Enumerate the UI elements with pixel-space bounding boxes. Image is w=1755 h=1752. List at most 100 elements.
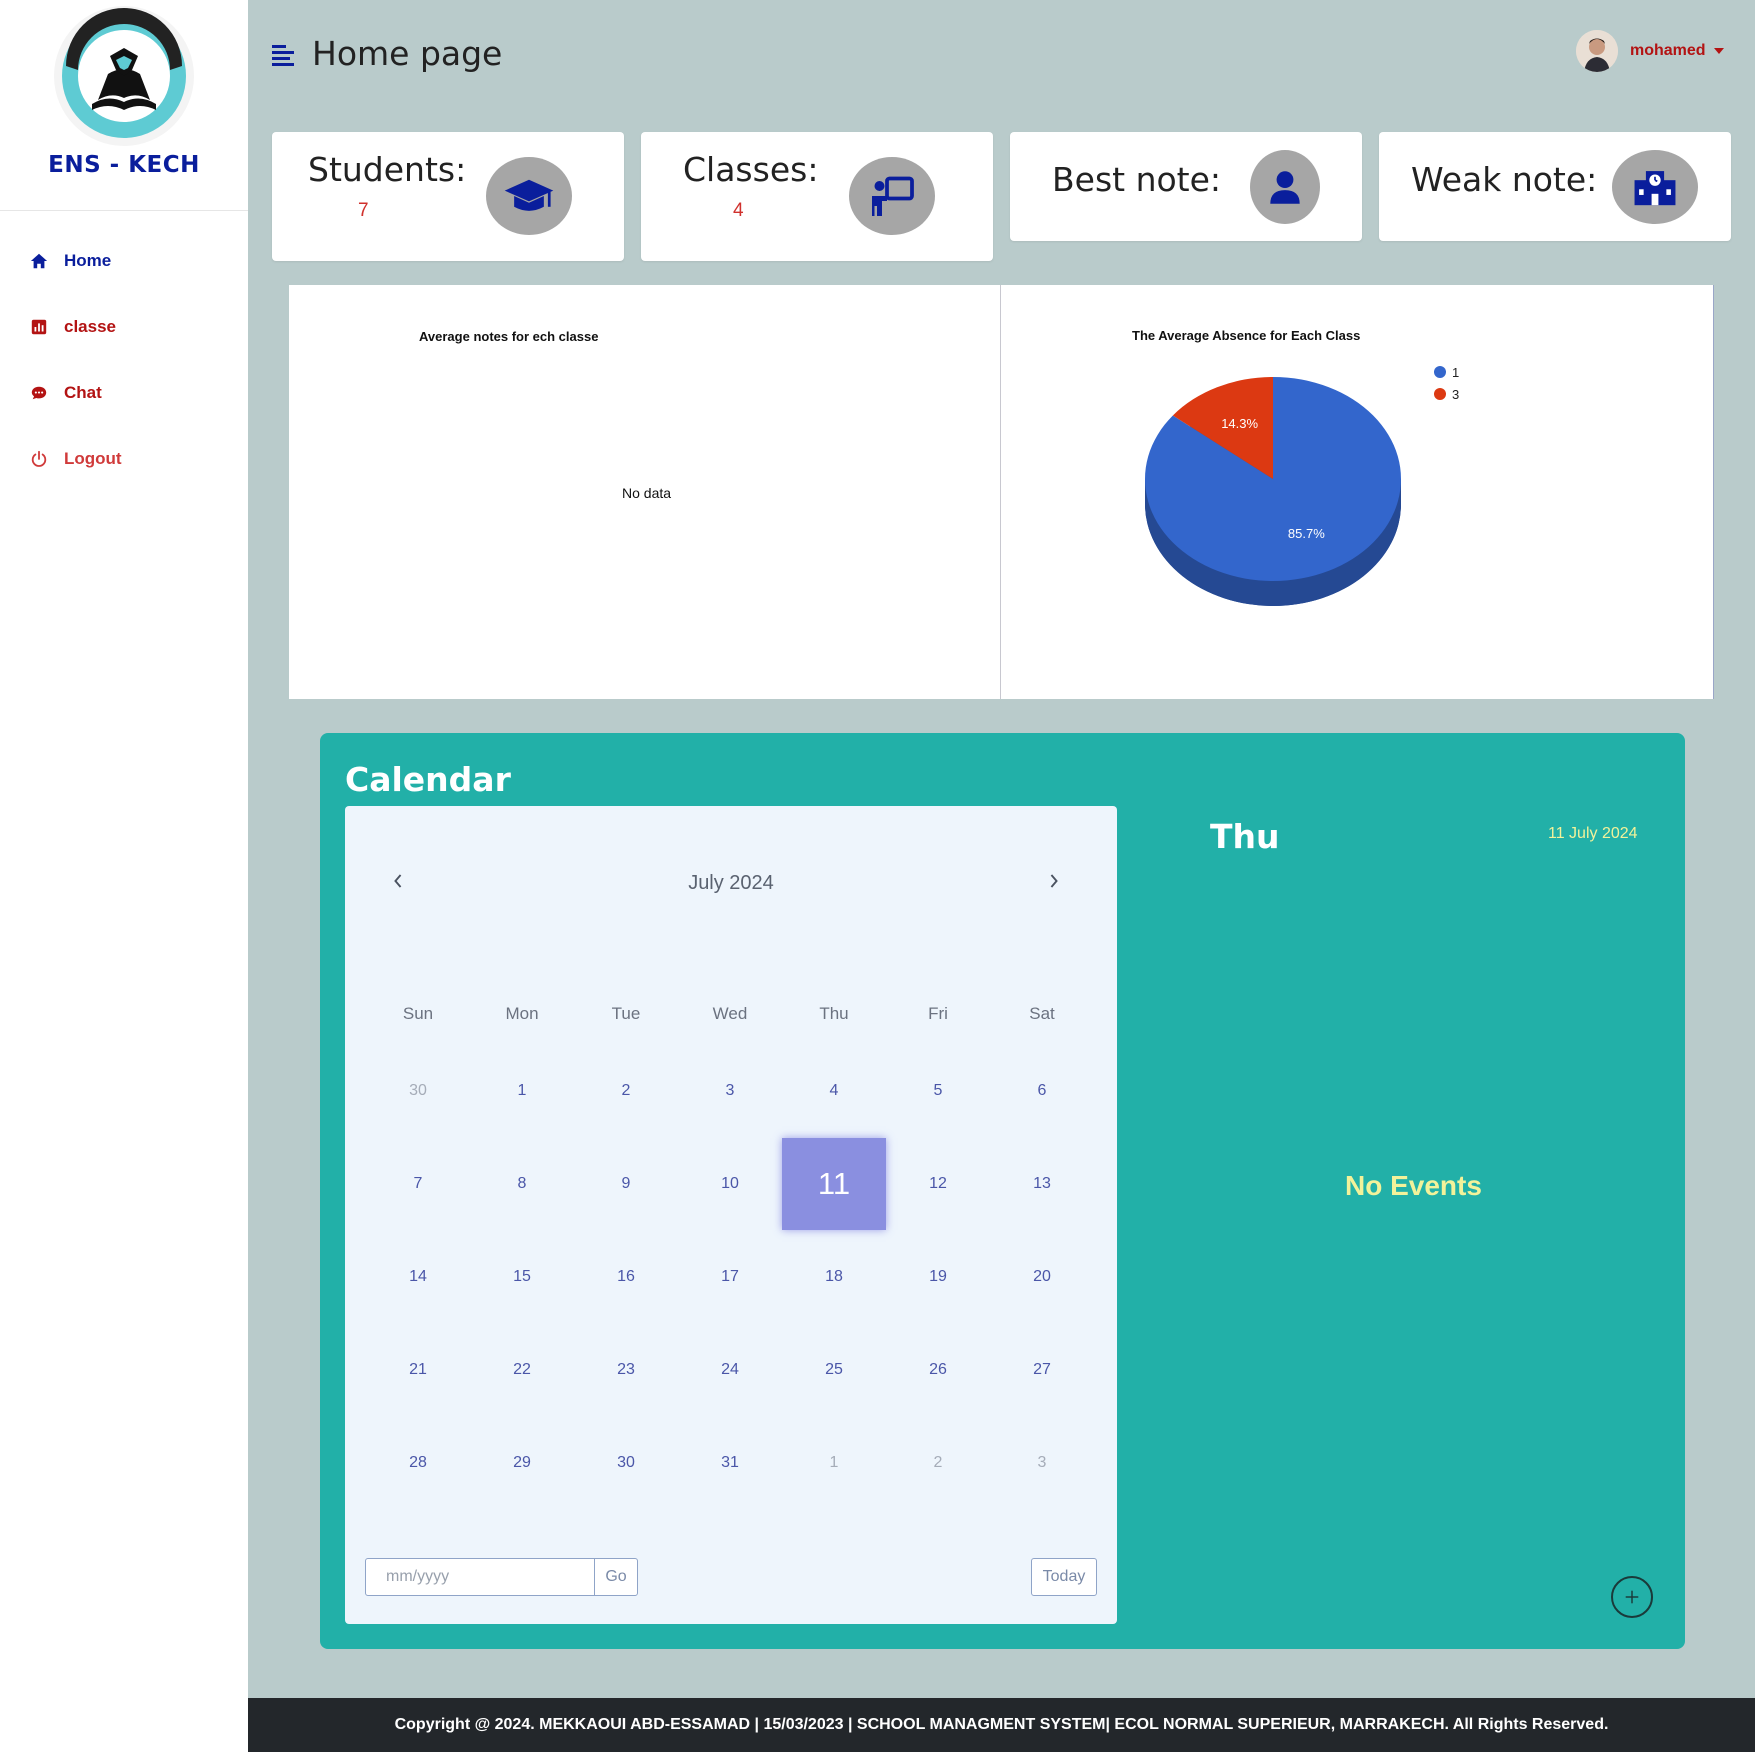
- user-photo: [1576, 30, 1618, 72]
- calendar-day[interactable]: 31: [678, 1417, 782, 1509]
- calendar-day[interactable]: 4: [782, 1045, 886, 1137]
- chart-legend: 1 3: [1434, 361, 1459, 405]
- home-icon: [30, 253, 48, 269]
- calendar-day[interactable]: 18: [782, 1231, 886, 1323]
- school-logo: [54, 6, 194, 146]
- sidebar-item-chat[interactable]: Chat: [0, 360, 248, 426]
- next-month-button[interactable]: [1039, 866, 1069, 896]
- calendar-day[interactable]: 22: [470, 1324, 574, 1416]
- calendar-day[interactable]: 30: [366, 1045, 470, 1137]
- sidebar-item-label: Chat: [64, 383, 102, 402]
- notes-chart: Average notes for ech classe No data: [289, 285, 1001, 699]
- no-data-message: No data: [622, 485, 672, 501]
- footer: Copyright @ 2024. MEKKAOUI ABD-ESSAMAD |…: [248, 1698, 1755, 1752]
- today-button[interactable]: Today: [1031, 1558, 1097, 1596]
- calendar-day[interactable]: 14: [366, 1231, 470, 1323]
- school-icon: [1612, 150, 1698, 224]
- selected-date: 11 July 2024: [1548, 825, 1638, 842]
- weekday-label: Thu: [819, 1004, 849, 1023]
- calendar-day[interactable]: 20: [990, 1231, 1094, 1323]
- sidebar-nav: Home classe Chat Logout: [0, 228, 248, 492]
- legend-swatch: [1434, 388, 1446, 400]
- calendar-day-selected[interactable]: 11: [782, 1138, 886, 1230]
- calendar-day[interactable]: 13: [990, 1138, 1094, 1230]
- add-event-button[interactable]: [1611, 1576, 1653, 1618]
- calendar-day[interactable]: 6: [990, 1045, 1094, 1137]
- calendar-day[interactable]: 1: [782, 1417, 886, 1509]
- plus-icon: [1625, 1590, 1639, 1604]
- pie-slice-label: 14.3%: [1221, 416, 1258, 431]
- sidebar-item-label: Logout: [64, 449, 122, 468]
- graduation-cap-icon: [486, 157, 572, 235]
- month-year-input[interactable]: [365, 1558, 595, 1596]
- calendar-day[interactable]: 9: [574, 1138, 678, 1230]
- calendar-month-label: July 2024: [688, 872, 774, 894]
- calendar-panel: Calendar July 2024 Go Today Sun Mon Tue Wed…: [320, 733, 1685, 1649]
- notes-chart-title: Average notes for ech classe: [419, 329, 599, 344]
- selected-day-name: Thu: [1210, 817, 1280, 856]
- calendar-day[interactable]: 23: [574, 1324, 678, 1416]
- chevron-right-icon: [1050, 874, 1058, 888]
- students-count: 7: [358, 200, 369, 221]
- students-label: Students:: [308, 150, 467, 189]
- chart-icon: [31, 319, 47, 335]
- calendar-day[interactable]: 10: [678, 1138, 782, 1230]
- user-menu[interactable]: mohamed: [1576, 30, 1724, 72]
- calendar-day[interactable]: 21: [366, 1324, 470, 1416]
- chat-icon: [31, 386, 47, 400]
- calendar-day[interactable]: 8: [470, 1138, 574, 1230]
- calendar-day[interactable]: 27: [990, 1324, 1094, 1416]
- calendar-day[interactable]: 30: [574, 1417, 678, 1509]
- weekday-label: Mon: [505, 1004, 539, 1023]
- weekday-label: Sat: [1029, 1004, 1055, 1023]
- go-button[interactable]: Go: [594, 1558, 638, 1596]
- calendar-day[interactable]: 5: [886, 1045, 990, 1137]
- sidebar-item-label: classe: [64, 317, 116, 336]
- absence-chart: The Average Absence for Each Class 85.7%…: [1002, 285, 1714, 699]
- weak-note-card: Weak note:: [1379, 132, 1731, 241]
- classes-card: Classes: 4: [641, 132, 993, 261]
- classes-label: Classes:: [683, 150, 819, 189]
- menu-toggle-icon[interactable]: [270, 42, 296, 66]
- sidebar-item-logout[interactable]: Logout: [0, 426, 248, 492]
- calendar-day[interactable]: 12: [886, 1138, 990, 1230]
- legend-label: 1: [1452, 364, 1460, 380]
- weekday-label: Sun: [402, 1004, 434, 1023]
- calendar-day[interactable]: 2: [886, 1417, 990, 1509]
- calendar-day[interactable]: 3: [678, 1045, 782, 1137]
- weekday-label: Fri: [928, 1004, 948, 1023]
- calendar-day[interactable]: 24: [678, 1324, 782, 1416]
- sidebar-item-home[interactable]: Home: [0, 228, 248, 294]
- calendar-day[interactable]: 1: [470, 1045, 574, 1137]
- calendar-day[interactable]: 26: [886, 1324, 990, 1416]
- legend-item: 1: [1434, 361, 1459, 383]
- weak-note-label: Weak note:: [1411, 160, 1598, 199]
- charts-panel: Average notes for ech classe No data The…: [289, 285, 1714, 699]
- calendar-widget: July 2024 Go Today Sun Mon Tue Wed Thu Fri Sat…: [345, 806, 1117, 1624]
- sidebar-item-classe[interactable]: classe: [0, 294, 248, 360]
- calendar-day[interactable]: 2: [574, 1045, 678, 1137]
- legend-swatch: [1434, 366, 1446, 378]
- best-note-label: Best note:: [1052, 160, 1222, 199]
- calendar-day[interactable]: 28: [366, 1417, 470, 1509]
- user-icon: [1250, 150, 1320, 224]
- students-card: Students: 7: [272, 132, 624, 261]
- sidebar: ENS - KECH Home classe Chat Logout: [0, 0, 248, 1752]
- pie-chart: 85.7% 14.3%: [1145, 377, 1401, 606]
- calendar-day[interactable]: 17: [678, 1231, 782, 1323]
- calendar-day[interactable]: 29: [470, 1417, 574, 1509]
- legend-label: 3: [1452, 386, 1460, 402]
- avatar: [1576, 30, 1618, 72]
- legend-item: 3: [1434, 383, 1459, 405]
- teacher-board-icon: [849, 157, 935, 235]
- calendar-day[interactable]: 25: [782, 1324, 886, 1416]
- no-events-message: No Events: [1345, 1170, 1482, 1201]
- weekday-label: Tue: [611, 1004, 641, 1023]
- brand-name: ENS - KECH: [48, 152, 200, 178]
- best-note-card: Best note:: [1010, 132, 1362, 241]
- calendar-day[interactable]: 19: [886, 1231, 990, 1323]
- calendar-day[interactable]: 16: [574, 1231, 678, 1323]
- calendar-day[interactable]: 15: [470, 1231, 574, 1323]
- calendar-day[interactable]: 3: [990, 1417, 1094, 1509]
- calendar-day[interactable]: 7: [366, 1138, 470, 1230]
